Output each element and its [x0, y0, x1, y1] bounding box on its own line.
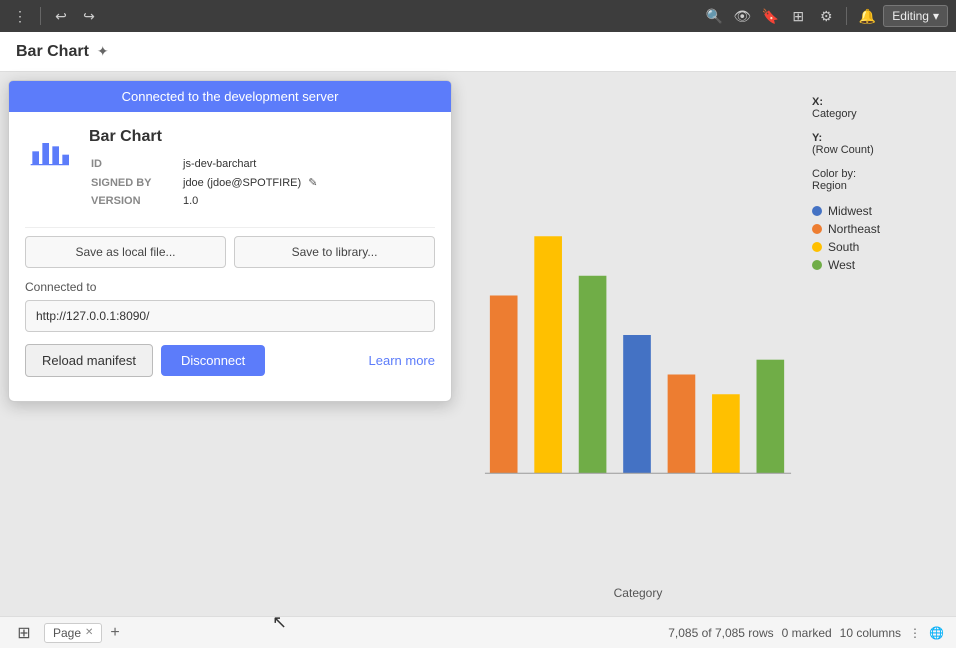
- bar-chart-svg: [480, 88, 796, 582]
- bar-west-2[interactable]: [757, 360, 785, 474]
- x-axis-label: Category: [480, 586, 796, 600]
- left-sidebar-icon[interactable]: ⊞: [12, 621, 36, 645]
- marked-info: 0 marked: [782, 626, 832, 640]
- main-area: Category X: Category Y: (Row Count) Colo…: [0, 72, 956, 616]
- editing-dropdown[interactable]: Editing ▾: [883, 5, 948, 27]
- id-value: js-dev-barchart: [183, 156, 433, 172]
- chevron-down-icon: ▾: [933, 9, 939, 23]
- notifications-icon[interactable]: 🔔: [855, 4, 879, 28]
- popup-divider: [25, 227, 435, 228]
- version-value: 1.0: [183, 193, 433, 209]
- globe-icon[interactable]: 🌐: [929, 626, 944, 640]
- page-tab-label: Page: [53, 626, 81, 640]
- legend-item-south: South: [812, 240, 932, 254]
- legend-panel: X: Category Y: (Row Count) Color by: Reg…: [812, 88, 932, 276]
- legend-item-midwest: Midwest: [812, 204, 932, 218]
- y-axis-value: (Row Count): [812, 144, 874, 156]
- color-by-value: Region: [812, 180, 847, 192]
- columns-info: 10 columns: [840, 626, 901, 640]
- northeast-dot: [812, 224, 822, 234]
- toolbar-divider-2: [846, 7, 847, 25]
- bar-south-2[interactable]: [712, 394, 740, 473]
- reload-manifest-button[interactable]: Reload manifest: [25, 344, 153, 377]
- id-label: ID: [91, 156, 181, 172]
- save-library-button[interactable]: Save to library...: [234, 236, 435, 268]
- theme-icon[interactable]: 👁: [730, 4, 754, 28]
- page-title: Bar Chart: [16, 43, 89, 61]
- status-bar: ⊞ Page ✕ + 7,085 of 7,085 rows 0 marked …: [0, 616, 956, 648]
- filter-icon[interactable]: ⊞: [786, 4, 810, 28]
- popup-panel: Connected to the development server Bar …: [8, 80, 452, 402]
- disconnect-button[interactable]: Disconnect: [161, 345, 265, 376]
- chart-container: Category: [480, 88, 796, 600]
- legend-items: Midwest Northeast South West: [812, 204, 932, 272]
- page-tab[interactable]: Page ✕: [44, 623, 102, 643]
- save-local-button[interactable]: Save as local file...: [25, 236, 226, 268]
- undo-icon[interactable]: ↩: [49, 4, 73, 28]
- bar-chart-icon: [25, 128, 73, 176]
- legend-item-northeast: Northeast: [812, 222, 932, 236]
- x-axis-value: Category: [812, 108, 857, 120]
- legend-color-info: Color by: Region: [812, 168, 932, 192]
- popup-info-details: Bar Chart ID js-dev-barchart SIGNED BY j…: [89, 128, 435, 211]
- midwest-label: Midwest: [828, 204, 872, 218]
- add-tab-button[interactable]: +: [110, 625, 119, 641]
- bar-midwest-1[interactable]: [623, 335, 651, 473]
- popup-content: Bar Chart ID js-dev-barchart SIGNED BY j…: [9, 112, 451, 401]
- bar-west-1[interactable]: [579, 276, 607, 474]
- connected-to-label: Connected to: [25, 280, 435, 294]
- top-toolbar: ⋮ ↩ ↪ 🔍 👁 🔖 ⊞ ⚙ 🔔 Editing ▾: [0, 0, 956, 32]
- redo-icon[interactable]: ↪: [77, 4, 101, 28]
- west-dot: [812, 260, 822, 270]
- legend-x-info: X: Category: [812, 96, 932, 120]
- legend-item-west: West: [812, 258, 932, 272]
- bar-south-1[interactable]: [534, 236, 562, 473]
- learn-more-link[interactable]: Learn more: [369, 353, 435, 368]
- page-tab-close-icon[interactable]: ✕: [85, 627, 93, 638]
- signed-by-label: SIGNED BY: [91, 174, 181, 191]
- settings-icon[interactable]: ⚙: [814, 4, 838, 28]
- west-label: West: [828, 258, 855, 272]
- meta-table: ID js-dev-barchart SIGNED BY jdoe (jdoe@…: [89, 154, 435, 211]
- editing-label: Editing: [892, 9, 929, 23]
- popup-info-row: Bar Chart ID js-dev-barchart SIGNED BY j…: [25, 128, 435, 211]
- status-more-icon[interactable]: ⋮: [909, 626, 921, 640]
- y-axis-letter: Y:: [812, 132, 822, 144]
- bar-northeast-1[interactable]: [490, 296, 518, 474]
- action-buttons: Reload manifest Disconnect Learn more: [25, 344, 435, 377]
- popup-save-buttons: Save as local file... Save to library...: [25, 236, 435, 268]
- midwest-dot: [812, 206, 822, 216]
- menu-icon[interactable]: ⋮: [8, 4, 32, 28]
- x-axis-letter: X:: [812, 96, 823, 108]
- bar-northeast-2[interactable]: [668, 375, 696, 474]
- popup-chart-title: Bar Chart: [89, 128, 435, 146]
- south-dot: [812, 242, 822, 252]
- legend-y-info: Y: (Row Count): [812, 132, 932, 156]
- version-label: VERSION: [91, 193, 181, 209]
- edit-signed-by-icon[interactable]: ✎: [308, 177, 317, 189]
- toolbar-divider-1: [40, 7, 41, 25]
- page-title-settings-icon[interactable]: ✦: [97, 43, 109, 60]
- rows-info: 7,085 of 7,085 rows: [668, 626, 773, 640]
- chart-and-legend: Category X: Category Y: (Row Count) Colo…: [480, 88, 932, 600]
- connected-banner-text: Connected to the development server: [122, 89, 339, 104]
- page-title-bar: Bar Chart ✦: [0, 32, 956, 72]
- bookmark-icon[interactable]: 🔖: [758, 4, 782, 28]
- connected-banner: Connected to the development server: [9, 81, 451, 112]
- url-input[interactable]: [25, 300, 435, 332]
- signed-by-value: jdoe (jdoe@SPOTFIRE) ✎: [183, 174, 433, 191]
- south-label: South: [828, 240, 859, 254]
- northeast-label: Northeast: [828, 222, 880, 236]
- color-by-label: Color by:: [812, 168, 856, 180]
- search-icon[interactable]: 🔍: [702, 4, 726, 28]
